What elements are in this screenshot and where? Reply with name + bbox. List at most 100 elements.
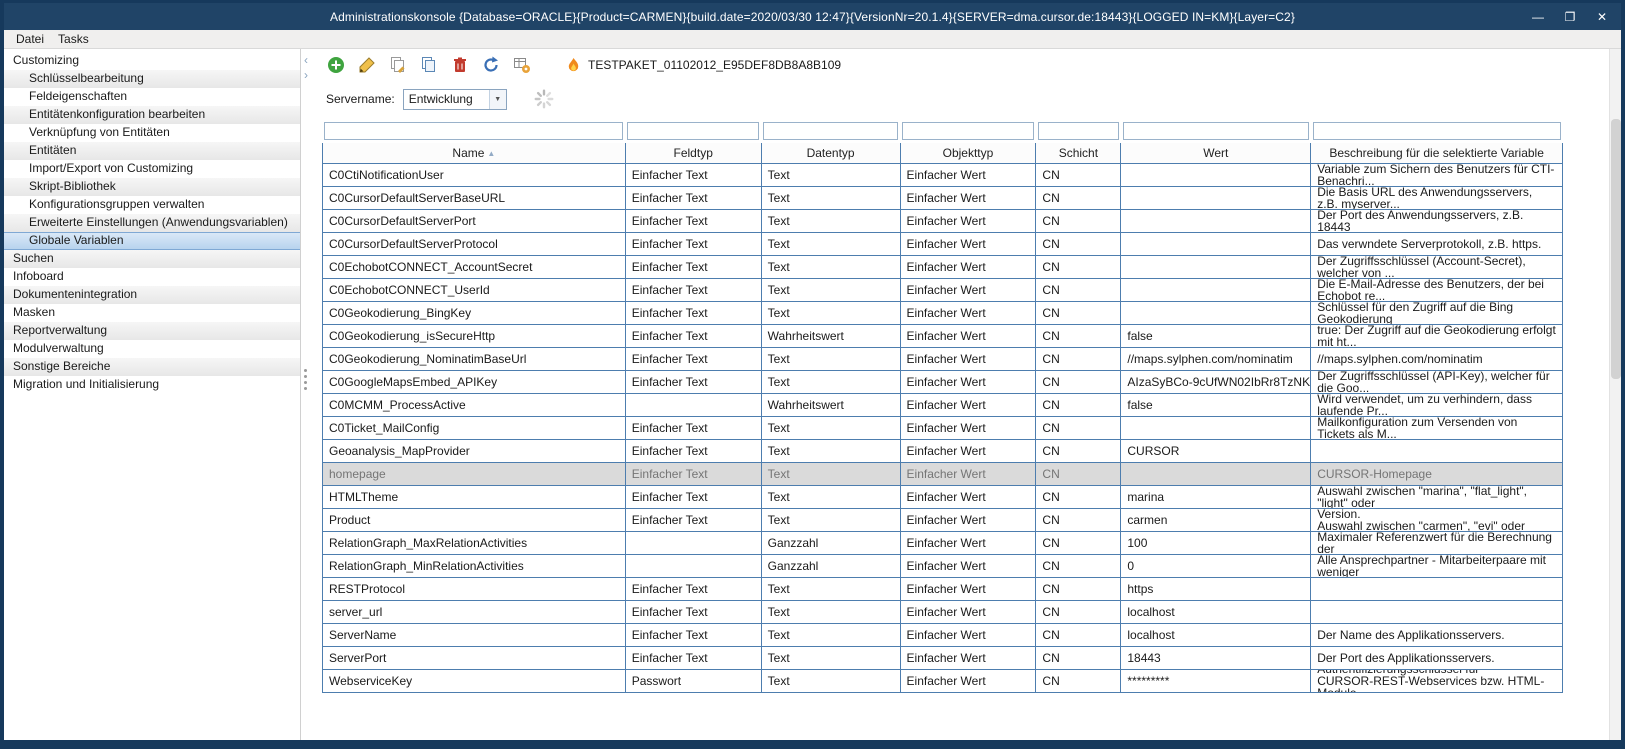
cell-datentyp: Text xyxy=(762,417,901,440)
table-row[interactable]: server_urlEinfacher TextTextEinfacher We… xyxy=(323,601,1563,624)
cell-datentyp: Text xyxy=(762,509,901,532)
sort-asc-icon: ▲ xyxy=(487,149,495,158)
table-row[interactable]: ServerNameEinfacher TextTextEinfacher We… xyxy=(323,624,1563,647)
sidebar-item-erweiterte-einstellungen-anwendungsvariablen-[interactable]: Erweiterte Einstellungen (Anwendungsvari… xyxy=(4,214,300,232)
transport-package[interactable]: TESTPAKET_01102012_E95DEF8DB8A8B109 xyxy=(565,57,841,74)
sidebar-item-modulverwaltung[interactable]: Modulverwaltung xyxy=(4,340,300,358)
chevron-down-icon[interactable]: ▼ xyxy=(489,90,506,109)
filter-input-objekttyp[interactable] xyxy=(902,122,1034,140)
column-header-feldtyp[interactable]: Feldtyp xyxy=(626,143,762,164)
column-header-datentyp[interactable]: Datentyp xyxy=(762,143,901,164)
filter-input-datentyp[interactable] xyxy=(763,122,898,140)
cell-wert: false xyxy=(1121,325,1311,348)
sidebar-item-masken[interactable]: Masken xyxy=(4,304,300,322)
sidebar-item-reportverwaltung[interactable]: Reportverwaltung xyxy=(4,322,300,340)
table-row[interactable]: ServerPortEinfacher TextTextEinfacher We… xyxy=(323,647,1563,670)
sidebar-item-schlüsselbearbeitung[interactable]: Schlüsselbearbeitung xyxy=(4,70,300,88)
sidebar-item-dokumentenintegration[interactable]: Dokumentenintegration xyxy=(4,286,300,304)
content-panel: TESTPAKET_01102012_E95DEF8DB8A8B109 Serv… xyxy=(310,49,1621,740)
cell-wert xyxy=(1121,302,1311,325)
table-row[interactable]: WebserviceKeyPasswortTextEinfacher WertC… xyxy=(323,670,1563,693)
sidebar-item-entitätenkonfiguration-bearbeiten[interactable]: Entitätenkonfiguration bearbeiten xyxy=(4,106,300,124)
column-header-schicht[interactable]: Schicht xyxy=(1036,143,1121,164)
filter-input-wert[interactable] xyxy=(1123,122,1309,140)
close-button[interactable]: ✕ xyxy=(1589,7,1615,26)
table-row[interactable]: C0CursorDefaultServerProtocolEinfacher T… xyxy=(323,233,1563,256)
filter-input-schicht[interactable] xyxy=(1038,122,1119,140)
refresh-button[interactable] xyxy=(481,55,501,75)
cell-schicht: CN xyxy=(1036,187,1121,210)
column-header-objekttyp[interactable]: Objekttyp xyxy=(901,143,1037,164)
table-row[interactable]: RelationGraph_MaxRelationActivitiesGanzz… xyxy=(323,532,1563,555)
sidebar-item-import-export-von-customizing[interactable]: Import/Export von Customizing xyxy=(4,160,300,178)
table-row[interactable]: C0Ticket_MailConfigEinfacher TextTextEin… xyxy=(323,417,1563,440)
cell-schicht: CN xyxy=(1036,417,1121,440)
table-row[interactable]: ProductEinfacher TextTextEinfacher WertC… xyxy=(323,509,1563,532)
sidebar-item-feldeigenschaften[interactable]: Feldeigenschaften xyxy=(4,88,300,106)
cell-feldtyp: Einfacher Text xyxy=(626,279,762,302)
sidebar-item-entitäten[interactable]: Entitäten xyxy=(4,142,300,160)
menu-tasks[interactable]: Tasks xyxy=(51,31,96,47)
table-row[interactable]: C0CursorDefaultServerBaseURLEinfacher Te… xyxy=(323,187,1563,210)
cell-datentyp: Text xyxy=(762,256,901,279)
table-row[interactable]: C0Geokodierung_NominatimBaseUrlEinfacher… xyxy=(323,348,1563,371)
vertical-scrollbar[interactable] xyxy=(1609,49,1621,740)
table-row[interactable]: C0CursorDefaultServerPortEinfacher TextT… xyxy=(323,210,1563,233)
filter-cell xyxy=(1311,119,1563,143)
cell-feldtyp xyxy=(626,394,762,417)
edit-button[interactable] xyxy=(357,55,377,75)
servername-select[interactable]: Entwicklung ▼ xyxy=(403,89,507,110)
sidebar-splitter[interactable]: ‹› xyxy=(300,49,310,740)
table-row[interactable]: RelationGraph_MinRelationActivitiesGanzz… xyxy=(323,555,1563,578)
add-icon xyxy=(327,56,345,74)
table-row[interactable]: C0EchobotCONNECT_AccountSecretEinfacher … xyxy=(323,256,1563,279)
table-row[interactable]: C0CtiNotificationUserEinfacher TextTextE… xyxy=(323,164,1563,187)
filter-input-name[interactable] xyxy=(324,122,623,140)
sidebar-item-sonstige-bereiche[interactable]: Sonstige Bereiche xyxy=(4,358,300,376)
cell-objekttyp: Einfacher Wert xyxy=(901,509,1037,532)
filter-cell xyxy=(1036,119,1121,143)
transport-button[interactable] xyxy=(512,55,532,75)
sidebar-item-skript-bibliothek[interactable]: Skript-Bibliothek xyxy=(4,178,300,196)
cell-schicht: CN xyxy=(1036,371,1121,394)
duplicate-button[interactable] xyxy=(388,55,408,75)
column-header-wert[interactable]: Wert xyxy=(1121,143,1311,164)
table-row[interactable]: C0MCMM_ProcessActiveWahrheitswertEinfach… xyxy=(323,394,1563,417)
filter-input-beschreibung[interactable] xyxy=(1313,122,1561,140)
add-button[interactable] xyxy=(326,55,346,75)
sidebar-item-infoboard[interactable]: Infoboard xyxy=(4,268,300,286)
table-row[interactable]: RESTProtocolEinfacher TextTextEinfacher … xyxy=(323,578,1563,601)
sidebar-item-customizing[interactable]: Customizing xyxy=(4,52,300,70)
cell-wert: localhost xyxy=(1121,601,1311,624)
sidebar-item-verknüpfung-von-entitäten[interactable]: Verknüpfung von Entitäten xyxy=(4,124,300,142)
table-row[interactable]: C0EchobotCONNECT_UserIdEinfacher TextTex… xyxy=(323,279,1563,302)
table-row[interactable]: C0GoogleMapsEmbed_APIKeyEinfacher TextTe… xyxy=(323,371,1563,394)
cell-schicht: CN xyxy=(1036,348,1121,371)
delete-button[interactable] xyxy=(450,55,470,75)
scrollbar-thumb[interactable] xyxy=(1611,119,1621,379)
table-gear-icon xyxy=(513,56,531,74)
menu-datei[interactable]: Datei xyxy=(9,31,51,47)
sidebar-item-suchen[interactable]: Suchen xyxy=(4,250,300,268)
column-header-name[interactable]: Name▲ xyxy=(323,143,626,164)
cell-beschreibung: //maps.sylphen.com/nominatim xyxy=(1311,348,1563,371)
table-row[interactable]: homepageEinfacher TextTextEinfacher Wert… xyxy=(323,463,1563,486)
table-row[interactable]: C0Geokodierung_isSecureHttpEinfacher Tex… xyxy=(323,325,1563,348)
column-header-beschreibung[interactable]: Beschreibung für die selektierte Variabl… xyxy=(1311,143,1563,164)
cell-datentyp: Text xyxy=(762,279,901,302)
table-row[interactable]: C0Geokodierung_BingKeyEinfacher TextText… xyxy=(323,302,1563,325)
sidebar-item-globale-variablen[interactable]: Globale Variablen xyxy=(4,232,300,250)
maximize-button[interactable]: ❐ xyxy=(1557,7,1583,26)
cell-datentyp: Wahrheitswert xyxy=(762,394,901,417)
cell-beschreibung: Der Port des Applikationsservers. xyxy=(1311,647,1563,670)
copy-button[interactable] xyxy=(419,55,439,75)
cell-feldtyp: Einfacher Text xyxy=(626,509,762,532)
sidebar-item-konfigurationsgruppen-verwalten[interactable]: Konfigurationsgruppen verwalten xyxy=(4,196,300,214)
minimize-button[interactable]: — xyxy=(1525,7,1551,26)
filter-input-feldtyp[interactable] xyxy=(627,122,759,140)
table-row[interactable]: Geoanalysis_MapProviderEinfacher TextTex… xyxy=(323,440,1563,463)
cell-feldtyp: Einfacher Text xyxy=(626,210,762,233)
cell-schicht: CN xyxy=(1036,325,1121,348)
sidebar-item-migration-und-initialisierung[interactable]: Migration und Initialisierung xyxy=(4,376,300,394)
table-row[interactable]: HTMLThemeEinfacher TextTextEinfacher Wer… xyxy=(323,486,1563,509)
